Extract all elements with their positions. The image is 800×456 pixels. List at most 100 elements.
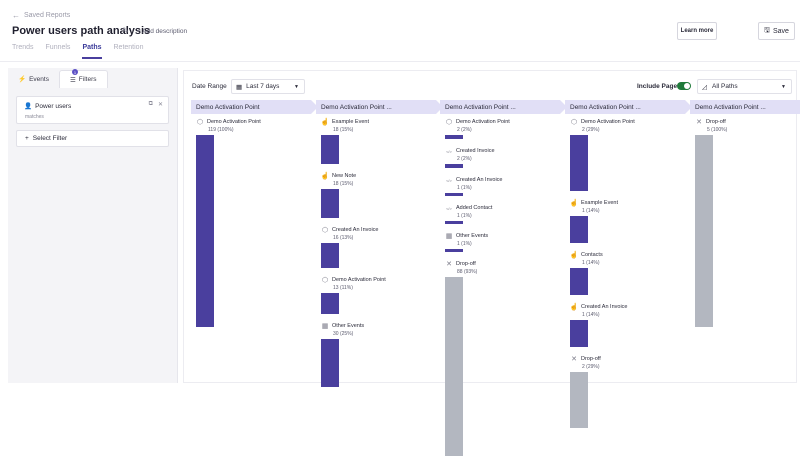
node-count: 1 (1%) — [457, 185, 472, 191]
cross-icon: ✕ — [446, 261, 452, 268]
cube-icon: ⬡ — [445, 119, 453, 126]
filter-name: 👤 Power users — [24, 102, 72, 111]
cube-icon: ⬡ — [570, 119, 578, 126]
node-label-text: Added Contact — [456, 205, 493, 211]
path-node[interactable]: ☝ New Note 18 (15%) — [321, 172, 356, 218]
dropoff-bar[interactable] — [695, 135, 713, 327]
grid-icon: ▦ — [445, 233, 453, 240]
path-node[interactable]: ⬡ Demo Activation Point 119 (100%) — [196, 118, 261, 327]
sidebar: ⚡ Events ☰ Filters 1 👤 Power users match… — [8, 68, 178, 383]
lightning-icon: ⚡ — [18, 76, 27, 83]
flow-bar[interactable] — [570, 135, 588, 191]
node-label: ☝ Created An Invoice — [569, 303, 628, 311]
tab-funnels[interactable]: Funnels — [46, 44, 71, 59]
node-label-text: Drop-off — [456, 261, 476, 267]
path-node[interactable]: ▦ Other Events 1 (1%) — [445, 232, 488, 252]
path-node[interactable]: ⬡ Demo Activation Point 2 (29%) — [570, 118, 635, 191]
node-count: 2 (2%) — [457, 156, 472, 162]
path-node[interactable]: ☝ Created An Invoice 1 (14%) — [569, 303, 628, 347]
dropoff-bar[interactable] — [445, 277, 463, 456]
filter-name-label: Power users — [35, 102, 72, 110]
copy-icon[interactable]: ⧉ — [149, 101, 153, 108]
node-label-text: Contacts — [581, 252, 603, 258]
path-node[interactable]: ✕ Drop-off 88 (93%) — [445, 260, 477, 456]
include-pages-toggle[interactable] — [677, 82, 691, 90]
cross-icon: ✕ — [696, 119, 702, 126]
node-count: 16 (13%) — [333, 235, 354, 241]
filter-condition: matches — [25, 114, 44, 120]
flow-bar[interactable] — [321, 135, 339, 164]
flow-bar[interactable] — [321, 293, 339, 314]
path-column: Demo Activation Point ... ⬡ Demo Activatio… — [440, 100, 567, 456]
node-label: ⬡ Demo Activation Point — [196, 118, 261, 126]
path-node[interactable]: ☝ Contacts 1 (14%) — [570, 251, 603, 295]
path-column: Demo Activation Point ... ⬡ Demo Activatio… — [565, 100, 692, 428]
report-header: ← Saved Reports Power users path analysi… — [0, 0, 800, 62]
path-node[interactable]: ☝ Example Event 1 (14%) — [570, 199, 618, 243]
dropoff-bar[interactable] — [570, 372, 588, 428]
filter-card[interactable]: 👤 Power users matches ⧉ ✕ — [16, 96, 169, 124]
node-count: 18 (15%) — [333, 127, 354, 133]
path-node[interactable]: </> Added Contact 1 (1%) — [445, 204, 493, 224]
node-label-text: Drop-off — [706, 119, 726, 125]
node-label: ⬡ Created An Invoice — [321, 226, 379, 234]
tab-trends[interactable]: Trends — [12, 44, 34, 59]
flow-bar[interactable] — [445, 164, 463, 168]
path-node[interactable]: ✕ Drop-off 2 (29%) — [570, 355, 601, 428]
path-node[interactable]: ⬡ Created An Invoice 16 (13%) — [321, 226, 379, 268]
node-count: 2 (29%) — [582, 364, 600, 370]
tab-filters-label: Filters — [78, 76, 97, 83]
path-node[interactable]: </> Created Invoice 2 (2%) — [445, 147, 495, 168]
date-range-dropdown[interactable]: ▦ Last 7 days ▼ — [231, 79, 305, 94]
node-label-text: Created Invoice — [456, 148, 495, 154]
page-title: Power users path analysis — [12, 25, 151, 37]
flow-bar[interactable] — [570, 216, 588, 243]
code-icon: </> — [446, 205, 452, 211]
flow-bar[interactable] — [445, 193, 463, 196]
path-node[interactable]: ⬡ Demo Activation Point 13 (11%) — [321, 276, 386, 314]
tab-events[interactable]: ⚡ Events — [8, 70, 59, 88]
save-button[interactable]: 🖫 Save — [758, 22, 795, 40]
flow-bar[interactable] — [570, 320, 588, 347]
column-header: Demo Activation Point ... — [440, 100, 567, 114]
path-node[interactable]: ✕ Drop-off 5 (100%) — [695, 118, 727, 327]
flow-bar[interactable] — [321, 339, 339, 387]
add-description-link[interactable]: + Add description — [137, 28, 187, 35]
filters-count-badge: 1 — [72, 69, 78, 75]
path-node[interactable]: ▦ Other Events 30 (25%) — [321, 322, 364, 387]
select-filter-button[interactable]: + Select Filter — [16, 130, 169, 147]
pencil-icon[interactable]: ✎ — [122, 26, 129, 35]
path-column: Demo Activation Point ... ☝ Example Event 1… — [316, 100, 443, 387]
path-node[interactable]: ⬡ Demo Activation Point 2 (2%) — [445, 118, 510, 139]
back-link[interactable]: ← Saved Reports — [12, 11, 70, 20]
node-label-text: Example Event — [581, 200, 618, 206]
node-label-text: Drop-off — [581, 356, 601, 362]
tab-retention[interactable]: Retention — [114, 44, 144, 59]
flow-bar[interactable] — [445, 221, 463, 224]
plus-icon: + — [25, 135, 29, 142]
node-label: ⬡ Demo Activation Point — [321, 276, 386, 284]
flow-bar[interactable] — [321, 189, 339, 218]
tab-paths[interactable]: Paths — [82, 44, 102, 59]
node-label: ✕ Drop-off — [695, 118, 727, 126]
filter-actions: ⧉ ✕ — [149, 101, 163, 108]
node-label-text: Created An Invoice — [581, 304, 628, 310]
tab-filters[interactable]: ☰ Filters — [58, 70, 108, 88]
paths-dropdown[interactable]: ◿ All Paths ▼ — [697, 79, 792, 94]
flow-bar[interactable] — [196, 135, 214, 327]
chart-icon: ◿ — [702, 83, 707, 91]
node-label-text: Created An Invoice — [332, 227, 379, 233]
flow-bar[interactable] — [445, 135, 463, 139]
select-filter-label: Select Filter — [32, 135, 68, 142]
path-node[interactable]: ☝ Example Event 18 (15%) — [321, 118, 369, 164]
cursor-icon: ☝ — [569, 304, 579, 311]
flow-bar[interactable] — [321, 243, 339, 268]
flow-bar[interactable] — [445, 249, 463, 252]
close-icon[interactable]: ✕ — [158, 101, 163, 108]
path-node[interactable]: </> Created An Invoice 1 (1%) — [445, 176, 503, 196]
node-label-text: Created An Invoice — [456, 177, 503, 183]
learn-more-button[interactable]: Learn more — [677, 22, 717, 40]
node-label: ▦ Other Events — [321, 322, 364, 330]
flow-bar[interactable] — [570, 268, 588, 295]
node-label-text: Demo Activation Point — [581, 119, 635, 125]
